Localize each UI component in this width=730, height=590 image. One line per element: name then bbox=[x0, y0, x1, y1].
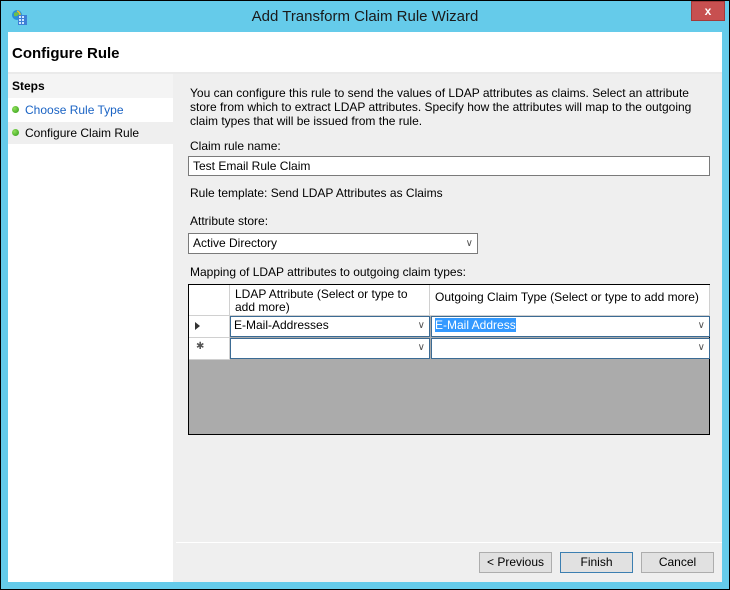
outgoing-claim-type-combobox[interactable]: E-Mail Address ∨ bbox=[431, 316, 710, 337]
previous-button[interactable]: < Previous bbox=[479, 552, 552, 573]
close-button[interactable]: x bbox=[691, 1, 725, 21]
mapping-label: Mapping of LDAP attributes to outgoing c… bbox=[190, 265, 466, 279]
claim-rule-name-input[interactable] bbox=[188, 156, 710, 176]
new-row-icon: ✱ bbox=[196, 341, 205, 352]
row-header-current[interactable] bbox=[189, 316, 230, 338]
ldap-attribute-combobox[interactable]: ∨ bbox=[230, 338, 430, 359]
attribute-store-value: Active Directory bbox=[193, 236, 278, 250]
chevron-down-icon: ∨ bbox=[417, 320, 425, 331]
attribute-store-select[interactable]: Active Directory ∨ bbox=[188, 233, 478, 254]
finish-button[interactable]: Finish bbox=[560, 552, 633, 573]
window-title: Add Transform Claim Rule Wizard bbox=[251, 8, 479, 25]
steps-heading: Steps bbox=[8, 74, 173, 98]
rule-template-text: Rule template: Send LDAP Attributes as C… bbox=[190, 186, 443, 200]
cancel-button[interactable]: Cancel bbox=[641, 552, 714, 573]
column-header-ldap-attribute[interactable]: LDAP Attribute (Select or type to add mo… bbox=[230, 285, 430, 316]
ldap-attribute-combobox[interactable]: E-Mail-Addresses ∨ bbox=[230, 316, 430, 337]
step-choose-rule-type[interactable]: Choose Rule Type bbox=[8, 99, 173, 121]
mapping-grid: LDAP Attribute (Select or type to add mo… bbox=[188, 284, 710, 435]
title-bar: Add Transform Claim Rule Wizard x bbox=[1, 1, 729, 32]
ldap-attribute-value: E-Mail-Addresses bbox=[234, 318, 329, 332]
column-header-outgoing-claim-type[interactable]: Outgoing Claim Type (Select or type to a… bbox=[430, 285, 710, 316]
row-header-new[interactable]: ✱ bbox=[189, 338, 230, 360]
chevron-down-icon: ∨ bbox=[465, 238, 473, 249]
description-text: You can configure this rule to send the … bbox=[190, 86, 692, 128]
chevron-down-icon: ∨ bbox=[697, 342, 705, 353]
attribute-store-label: Attribute store: bbox=[190, 214, 269, 228]
claim-rule-name-label: Claim rule name: bbox=[190, 139, 281, 153]
close-icon: x bbox=[704, 4, 712, 18]
wizard-window: Add Transform Claim Rule Wizard x Config… bbox=[1, 1, 729, 589]
wizard-client-area: Configure Rule Steps Choose Rule Type Co… bbox=[8, 32, 722, 582]
step-label: Choose Rule Type bbox=[25, 103, 124, 117]
main-panel: You can configure this rule to send the … bbox=[176, 74, 722, 582]
outgoing-claim-type-combobox[interactable]: ∨ bbox=[431, 338, 710, 359]
step-complete-icon bbox=[12, 106, 19, 114]
step-complete-icon bbox=[12, 129, 19, 137]
current-row-icon bbox=[195, 322, 200, 330]
step-label: Configure Claim Rule bbox=[25, 126, 140, 140]
chevron-down-icon: ∨ bbox=[697, 320, 705, 331]
page-title: Configure Rule bbox=[12, 45, 120, 62]
steps-sidebar: Steps Choose Rule Type Configure Claim R… bbox=[8, 74, 173, 582]
grid-corner-header bbox=[189, 285, 230, 316]
footer-divider bbox=[176, 542, 722, 543]
step-configure-claim-rule: Configure Claim Rule bbox=[8, 122, 173, 144]
wizard-header: Configure Rule bbox=[8, 32, 722, 72]
outgoing-claim-type-value: E-Mail Address bbox=[435, 318, 516, 332]
chevron-down-icon: ∨ bbox=[417, 342, 425, 353]
